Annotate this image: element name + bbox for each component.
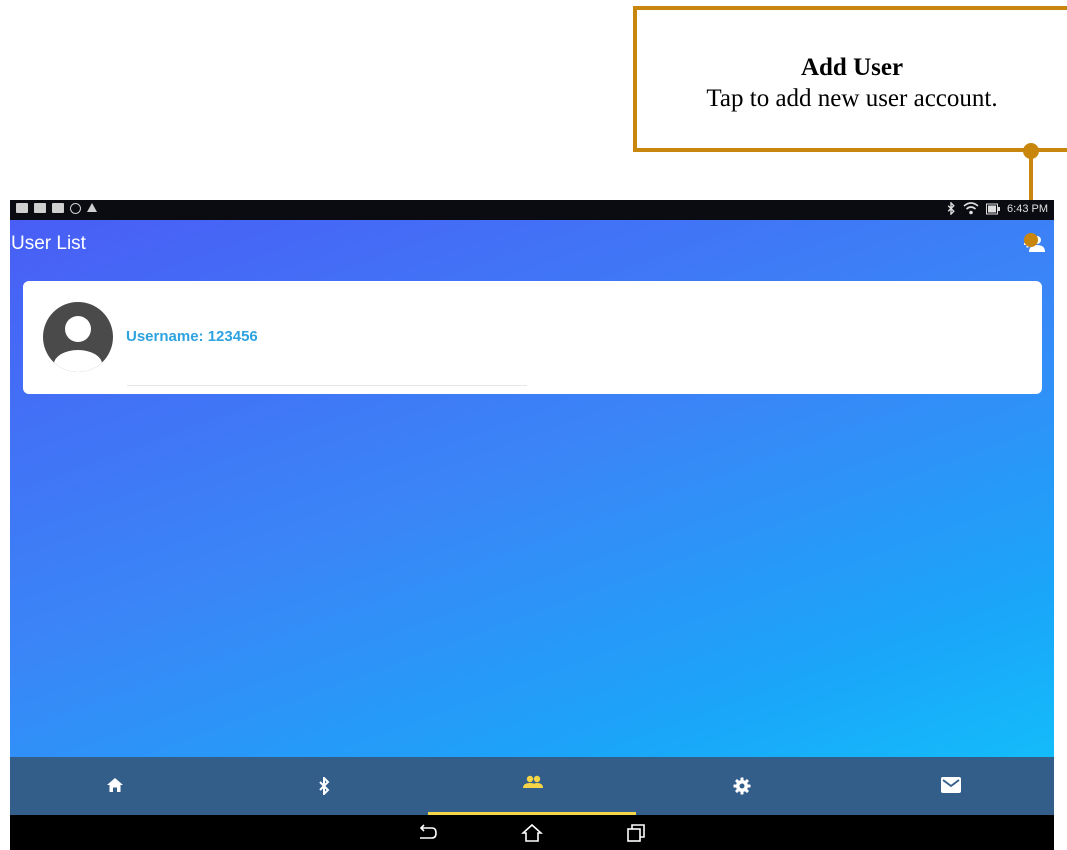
mail-icon [940,777,961,793]
page-title: User List [11,233,86,254]
nav-item-bluetooth[interactable] [219,757,428,815]
users-icon [522,775,543,788]
user-card[interactable]: Username: 123456 [23,281,1042,394]
blocked-icon [70,203,81,214]
image-icon [34,203,46,213]
card-icon [52,203,64,213]
home-icon [106,778,123,792]
callout-box: Add User Tap to add new user account. [633,6,1067,152]
callout-text: Tap to add new user account. [706,85,998,112]
callout-target-dot [1024,233,1038,247]
username-label: Username: 123456 [126,328,258,345]
bottom-nav [10,757,1054,815]
settings-icon [733,777,750,795]
nav-item-mail[interactable] [846,757,1054,815]
recents-icon[interactable] [625,823,647,843]
back-icon[interactable] [416,823,438,843]
status-bar-left-icons [16,203,97,214]
card-divider [127,385,527,386]
battery-icon [986,203,1001,214]
home-outline-icon[interactable] [521,823,543,843]
callout-title: Add User [800,54,904,81]
status-bar-right-icons: 6:43 PM [946,202,1048,215]
warning-icon [87,203,97,212]
nav-item-home[interactable] [10,757,219,815]
bluetooth-icon [947,202,955,215]
status-bar: 6:43 PM [10,200,1054,220]
status-time: 6:43 PM [1007,202,1048,215]
nav-item-users[interactable] [428,757,637,815]
system-nav-bar [10,815,1054,850]
notification-icon [16,203,28,213]
wifi-icon [963,202,979,215]
app-screen: 6:43 PM User List Username: 123456 [10,200,1054,850]
nav-item-settings[interactable] [637,757,846,815]
account-circle-icon [43,302,113,372]
bluetooth-icon [318,777,329,795]
